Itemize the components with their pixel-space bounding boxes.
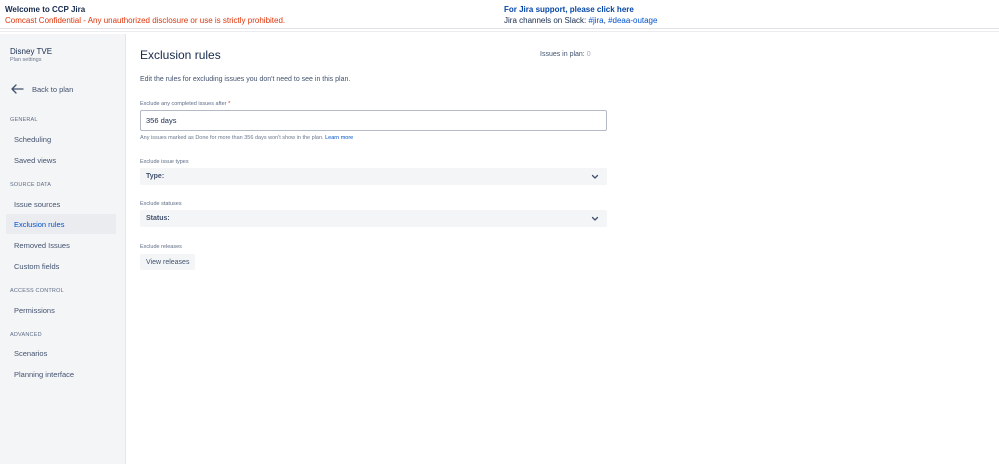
sidebar-item-scheduling[interactable]: Scheduling — [6, 129, 116, 149]
banner-title: Welcome to CCP Jira — [5, 5, 86, 14]
sidebar-item-saved-views[interactable]: Saved views — [6, 150, 116, 170]
sidebar-item-custom-fields[interactable]: Custom fields — [6, 256, 116, 276]
banner-right: For Jira support, please click here Jira… — [504, 4, 657, 26]
section-general: GENERAL — [10, 117, 38, 123]
section-advanced: ADVANCED — [10, 332, 42, 338]
chevron-down-icon — [591, 174, 599, 179]
issue-types-select[interactable]: Type: — [140, 168, 607, 185]
banner-divider — [0, 28, 999, 29]
project-subtitle: Plan settings — [10, 57, 42, 63]
issues-in-plan-label: Issues in plan: — [540, 51, 587, 58]
header-divider — [0, 31, 999, 32]
arrow-left-icon — [11, 84, 24, 94]
learn-more-link[interactable]: Learn more — [325, 135, 353, 141]
completed-issues-label-text: Exclude any completed issues after — [140, 101, 227, 107]
intro-text: Edit the rules for excluding issues you … — [140, 76, 351, 83]
slack-channels: Jira channels on Slack: #jira, #deaa-out… — [504, 15, 657, 26]
issues-in-plan: Issues in plan: 0 — [540, 51, 591, 58]
statuses-select-value: Status: — [146, 215, 170, 222]
slack-channel-jira-link[interactable]: #jira — [589, 16, 604, 25]
issues-in-plan-count: 0 — [586, 51, 591, 58]
sidebar-item-scenarios[interactable]: Scenarios — [6, 343, 116, 363]
statuses-select[interactable]: Status: — [140, 210, 607, 227]
completed-issues-days-input[interactable] — [140, 110, 607, 131]
banner-left: Welcome to CCP Jira Comcast Confidential… — [5, 4, 285, 26]
chevron-down-icon — [591, 216, 599, 221]
back-to-plan-link[interactable]: Back to plan — [10, 82, 73, 96]
completed-issues-helper: Any issues marked as Done for more than … — [140, 135, 353, 141]
required-marker: * — [228, 101, 231, 107]
jira-support-link[interactable]: For Jira support, please click here — [504, 4, 657, 15]
project-name: Disney TVE — [10, 47, 53, 56]
settings-sidebar: Disney TVE Plan settings Back to plan GE… — [0, 34, 126, 464]
sidebar-item-issue-sources[interactable]: Issue sources — [6, 194, 116, 214]
top-banner: Welcome to CCP Jira Comcast Confidential… — [0, 0, 999, 28]
back-to-plan-label: Back to plan — [32, 84, 74, 94]
section-access-control: ACCESS CONTROL — [10, 288, 64, 294]
issue-types-select-value: Type: — [146, 173, 165, 180]
completed-helper-text: Any issues marked as Done for more than … — [140, 135, 324, 141]
slack-prefix: Jira channels on Slack: — [504, 16, 589, 25]
sidebar-item-removed-issues[interactable]: Removed Issues — [6, 235, 116, 255]
section-source-data: SOURCE DATA — [10, 182, 52, 188]
completed-issues-label: Exclude any completed issues after * — [140, 101, 230, 107]
releases-label: Exclude releases — [140, 244, 182, 250]
sidebar-item-planning-interface[interactable]: Planning interface — [6, 364, 116, 384]
sidebar-item-exclusion-rules[interactable]: Exclusion rules — [6, 214, 116, 234]
page-title: Exclusion rules — [140, 48, 221, 62]
issue-types-label: Exclude issue types — [140, 159, 189, 165]
slack-channel-outage-link[interactable]: #deaa-outage — [608, 16, 657, 25]
statuses-label: Exclude statuses — [140, 201, 182, 207]
sidebar-item-permissions[interactable]: Permissions — [6, 300, 116, 320]
confidential-warning: Comcast Confidential - Any unauthorized … — [5, 16, 286, 25]
view-releases-button[interactable]: View releases — [140, 254, 196, 270]
